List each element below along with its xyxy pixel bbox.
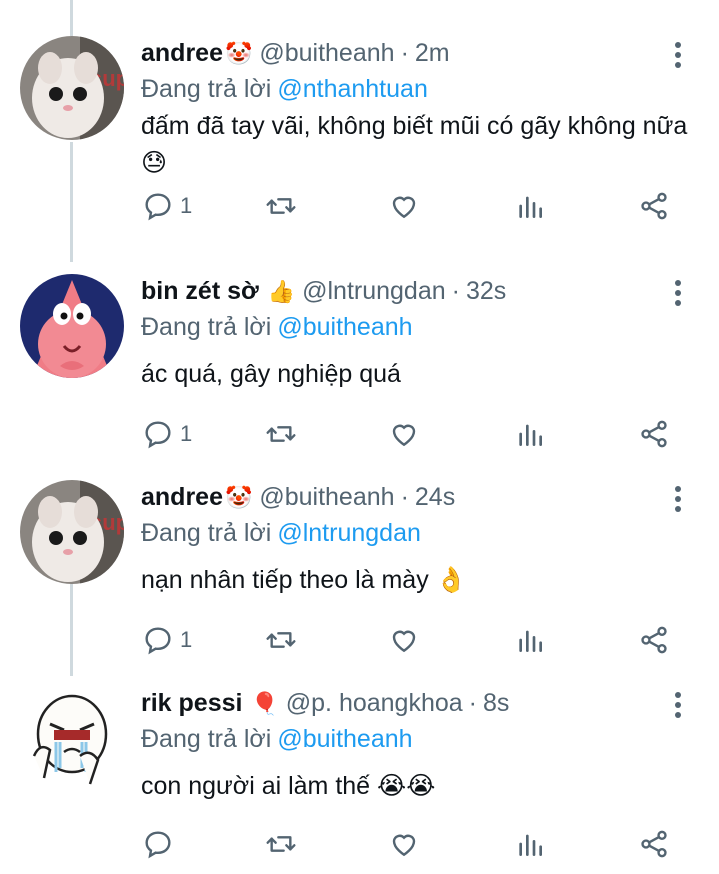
separator-dot: · [400,483,409,511]
timestamp[interactable]: 24s [415,483,455,511]
tweet-header: andree🤡 @buitheanh · 24s [141,480,455,515]
tweet[interactable]: sup andree🤡 @buitheanh·2m Đang trả lời@n… [0,0,719,221]
reply-mention-link[interactable]: @lntrungdan [277,519,421,547]
avatar[interactable] [20,686,124,790]
tweet[interactable]: sup andree🤡 @buitheanh·24s Đang trả lời@… [0,448,719,655]
replying-to-label: Đang trả lời [141,313,272,341]
share-icon [641,420,667,448]
reply-mention-link[interactable]: @buitheanh [277,313,412,341]
separator-dot: · [468,689,477,717]
heart-icon [392,424,416,447]
tweet-text: đấm đã tay vãi, không biết mũi có gãy kh… [141,112,688,177]
user-handle[interactable]: @lntrungdan [302,277,446,305]
share-icon [641,626,667,654]
avatar[interactable] [20,274,124,378]
separator-dot: · [451,277,460,305]
display-name[interactable]: bin zét sờ [141,277,259,305]
reply-count: 1 [180,421,193,446]
user-handle[interactable]: @p. hoangkhoa [286,689,463,717]
user-handle[interactable]: @buitheanh [259,39,394,67]
retweet-icon [266,426,296,442]
action-bar [0,824,719,864]
reply-mention-link[interactable]: @nthanhtuan [277,75,428,103]
replying-to-label: Đang trả lời [141,75,272,103]
reply-button[interactable] [142,824,180,864]
name-emoji: 🤡 [224,485,253,510]
heart-icon [392,630,416,653]
views-button[interactable] [514,186,546,226]
avatar[interactable]: sup [20,36,124,140]
bar-chart-icon [519,630,542,652]
retweet-button[interactable] [264,186,298,226]
heart-icon [392,834,416,857]
share-icon [641,830,667,858]
share-icon [641,192,667,220]
name-emoji: 👍 [267,279,296,304]
comment-icon [145,193,171,221]
more-vertical-icon[interactable] [668,690,688,720]
tweet[interactable]: rik pessi 🎈 @p. hoangkhoa · 8s Đang trả lờ… [0,654,719,860]
replying-to: Đang trả lời @lntrungdan [141,516,421,550]
comment-icon [145,421,171,449]
retweet-icon [266,632,296,648]
tweet[interactable]: bin zét sờ 👍 @lntrungdan · 32s Đang trả lờ… [0,242,719,449]
bar-chart-icon [519,196,542,218]
bar-chart-icon [519,834,542,856]
more-vertical-icon[interactable] [668,484,688,514]
timestamp[interactable]: 8s [483,689,509,717]
tweet-text: con người ai làm thế 😭😭 [141,772,436,800]
replying-to-label: Đang trả lời [141,519,272,547]
retweet-button[interactable] [264,824,298,864]
share-button[interactable] [638,824,670,864]
reply-count: 1 [180,193,193,218]
reply-mention-link[interactable]: @buitheanh [277,725,412,753]
like-button[interactable] [388,824,420,864]
timestamp[interactable]: 32s [466,277,506,305]
views-button[interactable] [514,824,546,864]
tweet-header: rik pessi 🎈 @p. hoangkhoa · 8s [141,686,509,721]
user-handle[interactable]: @buitheanh [259,483,394,511]
comment-icon [145,627,171,655]
heart-icon [392,196,416,219]
tweet-text: nạn nhân tiếp theo là mày 👌 [141,566,467,594]
replying-to: Đang trả lời @nthanhtuan [141,72,428,106]
replying-to-label: Đang trả lời [141,725,272,753]
retweet-icon [266,836,296,852]
display-name[interactable]: andree [141,39,223,67]
action-bar: 1 [0,192,719,246]
reply-count: 1 [180,627,193,652]
more-vertical-icon[interactable] [668,278,688,308]
reply-button[interactable]: 1 [142,186,192,226]
bar-chart-icon [519,424,542,446]
tweet-header: bin zét sờ 👍 @lntrungdan · 32s [141,274,506,309]
tweet-text: ác quá, gây nghiệp quá [141,360,401,388]
replying-to: Đang trả lời @buitheanh [141,722,413,756]
share-button[interactable] [638,186,670,226]
display-name[interactable]: andree [141,483,223,511]
avatar[interactable]: sup [20,480,124,584]
like-button[interactable] [388,186,420,226]
display-name[interactable]: rik pessi [141,689,242,717]
timestamp[interactable]: 2m [415,39,450,67]
tweet-header: andree🤡 @buitheanh · 2m [141,36,450,71]
replying-to: Đang trả lời @buitheanh [141,310,413,344]
name-emoji: 🎈 [251,691,279,716]
name-emoji: 🤡 [224,41,253,66]
more-vertical-icon[interactable] [668,40,688,70]
comment-icon [145,831,171,859]
retweet-icon [266,198,296,214]
separator-dot: · [400,39,409,67]
